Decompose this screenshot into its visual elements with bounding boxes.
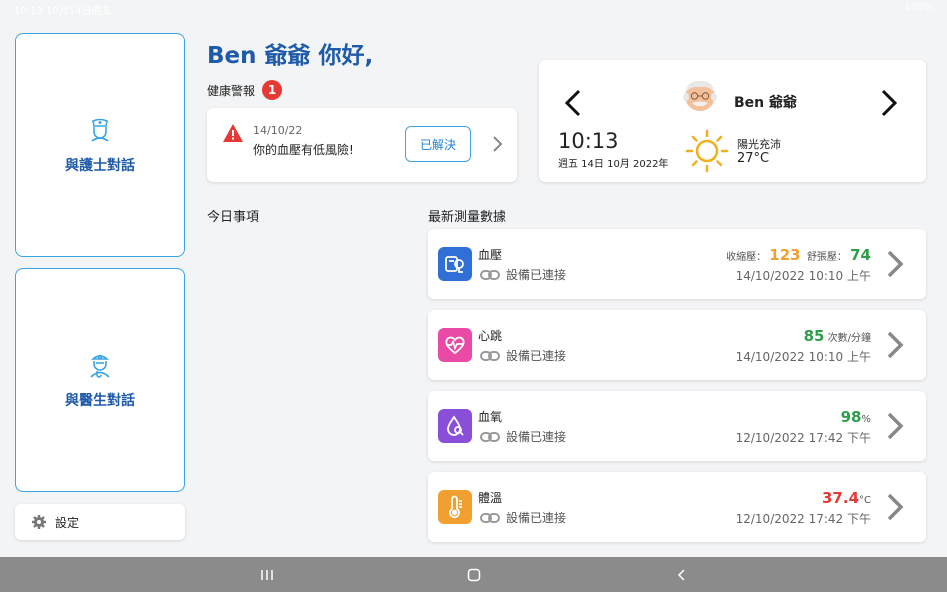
home-icon[interactable]	[466, 567, 482, 583]
measurement-timestamp: 14/10/2022 10:10 上午	[735, 269, 871, 283]
weather-temperature: 27°C	[737, 151, 770, 166]
blood-oxygen-value: 98	[840, 408, 862, 426]
latest-measurements-title: 最新測量數據	[428, 210, 507, 225]
status-battery: 100%	[904, 2, 933, 13]
chevron-right-icon[interactable]	[879, 88, 899, 118]
settings-label: 設定	[55, 515, 80, 530]
heart-rate-unit: 次數/分鐘	[827, 333, 871, 344]
body-temperature-card[interactable]: 體溫 設備已連接 37.4°C 12/10/2022 17:42 下午	[428, 472, 926, 542]
link-icon	[480, 269, 500, 280]
link-icon	[480, 512, 500, 523]
weather-condition: 陽光充沛	[737, 138, 781, 151]
connection-status: 設備已連接	[480, 347, 566, 364]
avatar	[683, 80, 717, 111]
measurement-name: 體溫	[478, 491, 503, 505]
sun-icon	[685, 129, 729, 173]
measurement-name: 血氧	[478, 410, 503, 424]
resolve-button[interactable]: 已解決	[405, 126, 471, 162]
gear-icon	[32, 515, 46, 529]
chevron-right-icon[interactable]	[886, 330, 904, 360]
systolic-label: 收縮壓：	[726, 252, 767, 263]
system-navigation-bar	[0, 557, 947, 592]
recent-apps-icon[interactable]	[259, 567, 275, 583]
today-tasks-title: 今日事項	[207, 210, 260, 225]
profile-card: Ben 爺爺 10:13 週五 14日 10月 2022年 陽光充沛 27°C	[539, 60, 926, 182]
alert-message: 你的血壓有低風險!	[253, 143, 354, 157]
measurement-timestamp: 12/10/2022 17:42 下午	[735, 512, 871, 526]
chevron-right-icon[interactable]	[886, 411, 904, 441]
alert-date: 14/10/22	[253, 124, 303, 137]
chat-with-nurse-label: 與護士對話	[65, 158, 135, 174]
alert-count-badge: 1	[262, 80, 283, 100]
chevron-right-icon[interactable]	[886, 492, 904, 522]
status-bar: 10:13 10月14日週五 100%	[0, 0, 947, 17]
link-icon	[480, 431, 500, 442]
link-icon	[480, 350, 500, 361]
health-alerts-header: 健康警報 1	[207, 80, 283, 100]
chat-with-doctor-button[interactable]: 與醫生對話	[15, 268, 185, 492]
warning-icon	[223, 124, 243, 142]
blood-oxygen-card[interactable]: 血氧 設備已連接 98% 12/10/2022 17:42 下午	[428, 391, 926, 461]
connection-label: 設備已連接	[506, 349, 567, 363]
heart-rate-value: 85	[803, 327, 825, 345]
connection-label: 設備已連接	[506, 511, 567, 525]
chat-with-nurse-button[interactable]: 與護士對話	[15, 33, 185, 257]
temperature-value: 37.4	[822, 489, 860, 507]
settings-button[interactable]: 設定	[15, 504, 185, 540]
health-alerts-title: 健康警報	[207, 83, 256, 98]
diastolic-value: 74	[850, 246, 871, 264]
thermometer-icon	[438, 490, 472, 524]
measurement-timestamp: 12/10/2022 17:42 下午	[735, 431, 871, 445]
health-alert-card[interactable]: 14/10/22 你的血壓有低風險! 已解決	[207, 108, 517, 182]
greeting-title: Ben 爺爺 你好,	[207, 43, 374, 69]
nurse-icon	[91, 118, 109, 142]
chevron-left-icon[interactable]	[563, 88, 583, 118]
connection-status: 設備已連接	[480, 266, 566, 283]
heart-rate-card[interactable]: 心跳 設備已連接 85 次數/分鐘 14/10/2022 10:10 上午	[428, 310, 926, 380]
measurement-name: 血壓	[478, 248, 503, 262]
blood-pressure-icon	[438, 247, 472, 281]
temperature-unit: °C	[859, 495, 871, 506]
connection-label: 設備已連接	[506, 430, 567, 444]
doctor-icon	[90, 354, 110, 378]
systolic-value: 123	[769, 246, 801, 264]
chat-with-doctor-label: 與醫生對話	[65, 393, 135, 409]
measurement-value: 98%	[841, 408, 871, 426]
back-icon[interactable]	[674, 567, 690, 583]
clock-date: 週五 14日 10月 2022年	[558, 159, 669, 170]
heart-rate-icon	[438, 328, 472, 362]
measurement-timestamp: 14/10/2022 10:10 上午	[735, 350, 871, 364]
status-time: 10:13 10月14日週五	[14, 6, 112, 17]
measurement-name: 心跳	[478, 329, 503, 343]
chevron-right-icon[interactable]	[491, 135, 503, 153]
measurement-value: 85 次數/分鐘	[804, 327, 871, 345]
measurement-value: 37.4°C	[822, 489, 871, 507]
connection-label: 設備已連接	[506, 268, 567, 282]
measurement-value: 收縮壓： 123 舒張壓： 74	[726, 246, 871, 264]
blood-oxygen-unit: %	[861, 414, 871, 425]
profile-name: Ben 爺爺	[734, 95, 798, 111]
blood-oxygen-icon	[438, 409, 472, 443]
clock-time: 10:13	[558, 129, 619, 153]
blood-pressure-card[interactable]: 血壓 設備已連接 收縮壓： 123 舒張壓： 74 14/10/2022 10:…	[428, 229, 926, 299]
connection-status: 設備已連接	[480, 509, 566, 526]
chevron-right-icon[interactable]	[886, 249, 904, 279]
diastolic-label: 舒張壓：	[806, 252, 847, 263]
connection-status: 設備已連接	[480, 428, 566, 445]
